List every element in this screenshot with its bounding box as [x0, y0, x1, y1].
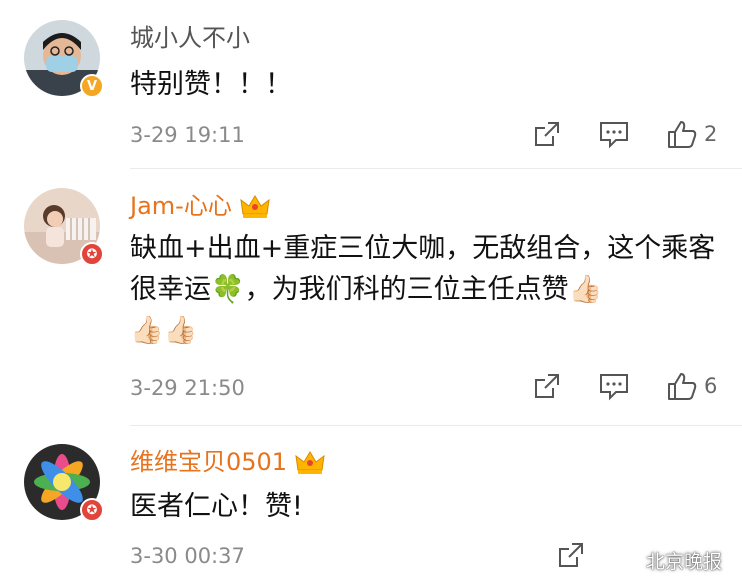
comment-actions: 6	[530, 368, 742, 408]
comment-username[interactable]: 维维宝贝0501	[130, 446, 325, 478]
like-button[interactable]: 6	[666, 368, 717, 404]
wechat-icon	[615, 550, 640, 569]
share-button[interactable]	[532, 368, 562, 404]
share-button[interactable]	[532, 116, 562, 152]
comment-item: V 城小人不小 特别赞！！！ 3-29 19:11 2	[0, 0, 742, 170]
comment-username[interactable]: Jam-心心	[130, 190, 270, 222]
share-icon	[535, 122, 559, 146]
comment-timestamp: 3-30 00:37	[130, 544, 245, 568]
crown-icon	[240, 195, 270, 218]
watermark-text: 北京晚报	[645, 551, 722, 573]
share-icon	[559, 543, 583, 567]
comment-icon	[600, 122, 628, 149]
username-text: 维维宝贝0501	[130, 448, 288, 476]
crown-icon	[295, 451, 325, 474]
username-text: Jam-心心	[130, 192, 232, 220]
comment-username[interactable]: 城小人不小	[130, 22, 250, 54]
comment-text: 医者仁心！赞!	[130, 491, 303, 522]
like-button[interactable]: 2	[666, 116, 717, 152]
divider	[130, 168, 742, 169]
watermark: 北京晚报	[614, 547, 722, 574]
share-icon	[535, 374, 559, 398]
comment-icon	[600, 374, 628, 401]
reply-button[interactable]	[598, 116, 630, 152]
comment-actions: 2	[530, 116, 742, 156]
comment-item: ✪ Jam-心心 缺血+出血+重症三位大咖，无敌组合，这个乘客很幸运🍀，为我们科…	[0, 170, 742, 426]
like-count: 6	[704, 374, 718, 398]
comment-timestamp: 3-29 19:11	[130, 123, 245, 147]
like-icon	[668, 373, 697, 400]
member-badge-icon: ✪	[80, 242, 104, 266]
comment-timestamp: 3-29 21:50	[130, 376, 245, 400]
like-count: 2	[704, 122, 718, 146]
comment-text: 特别赞！！！	[130, 69, 292, 100]
reply-button[interactable]	[598, 368, 630, 404]
share-button[interactable]	[556, 537, 586, 573]
comment-text: 缺血+出血+重症三位大咖，无敌组合，这个乘客很幸运🍀，为我们科的三位主任点赞👍🏻…	[130, 233, 716, 346]
member-badge-icon: ✪	[80, 498, 104, 522]
like-icon	[668, 121, 697, 148]
verified-badge-icon: V	[80, 74, 104, 98]
